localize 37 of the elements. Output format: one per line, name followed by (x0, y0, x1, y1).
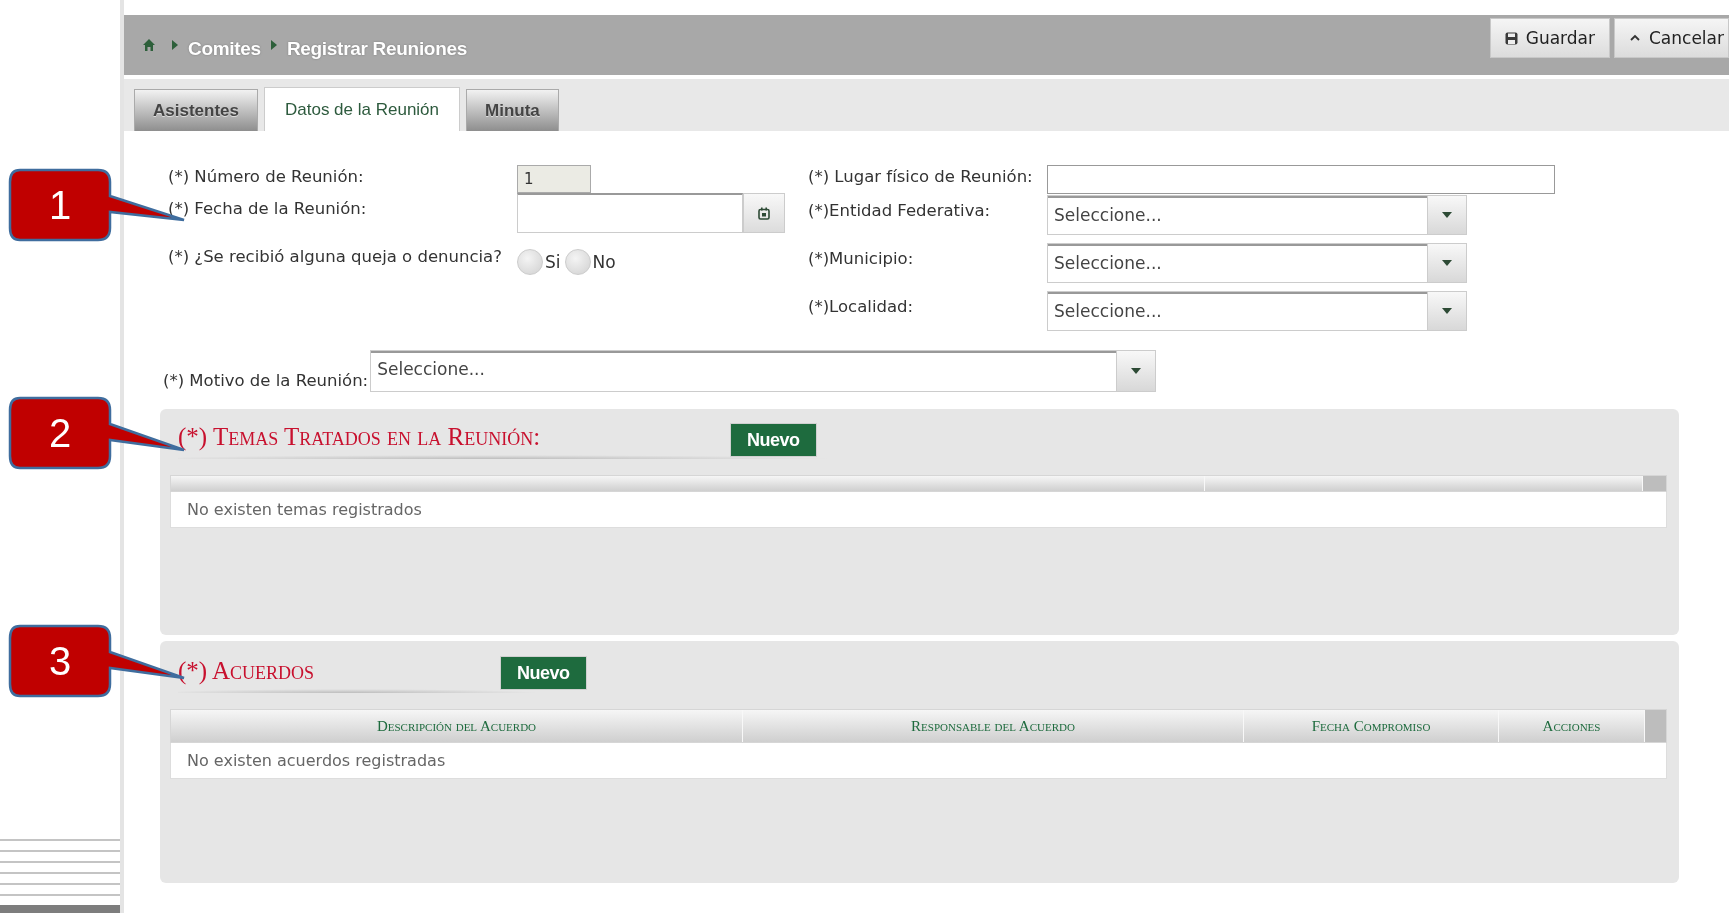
field-label: (*) Número de Reunión: (168, 167, 365, 186)
scrollbar-corner (1645, 710, 1666, 742)
column-header: Responsable del Acuerdo (743, 710, 1244, 742)
caret-down-icon (1442, 212, 1452, 218)
field-label: (*) ¿Se recibió alguna queja o denuncia? (168, 247, 503, 266)
select-field[interactable]: Seleccione... (1047, 195, 1467, 235)
date-field[interactable] (517, 193, 743, 233)
empty-message: No existen acuerdos registradas (186, 751, 446, 770)
field-label: (*) Motivo de la Reunión: (163, 371, 369, 390)
empty-message: No existen temas registrados (186, 500, 422, 519)
chevron-up-icon (1629, 33, 1641, 43)
caret-icon (172, 40, 178, 50)
caret-down-icon (1442, 260, 1452, 266)
tab[interactable]: Asistentes (134, 89, 258, 131)
new-button[interactable]: Nuevo (730, 423, 817, 457)
input-field[interactable] (1047, 165, 1555, 194)
caret-down-icon (1442, 308, 1452, 314)
field-label: (*)Municipio: (808, 249, 915, 268)
calendar-button[interactable] (743, 193, 785, 233)
caret-icon (270, 40, 277, 50)
calendar-icon (758, 206, 770, 220)
select-field[interactable]: Seleccione... (1047, 291, 1467, 331)
caret-down-icon (1131, 368, 1142, 374)
save-button[interactable]: Guardar (1489, 18, 1610, 58)
select-field[interactable]: Seleccione... (1047, 243, 1467, 283)
tab[interactable]: Datos de la Reunión (264, 87, 461, 131)
home-icon[interactable] (142, 38, 156, 52)
cancel-button[interactable]: Cancelar (1614, 18, 1729, 58)
column-header: Descripción del Acuerdo (171, 710, 743, 742)
field-label: (*) Fecha de la Reunión: (168, 199, 368, 218)
column-header: Fecha Compromiso (1244, 710, 1499, 742)
select-field[interactable]: Seleccione... (370, 350, 1157, 392)
field-label: (*)Localidad: (808, 297, 915, 316)
tab[interactable]: Minuta (466, 89, 559, 131)
field-label: (*) Lugar físico de Reunión: (808, 167, 1034, 186)
new-button[interactable]: Nuevo (500, 656, 587, 690)
field-label: (*)Entidad Federativa: (808, 201, 992, 220)
